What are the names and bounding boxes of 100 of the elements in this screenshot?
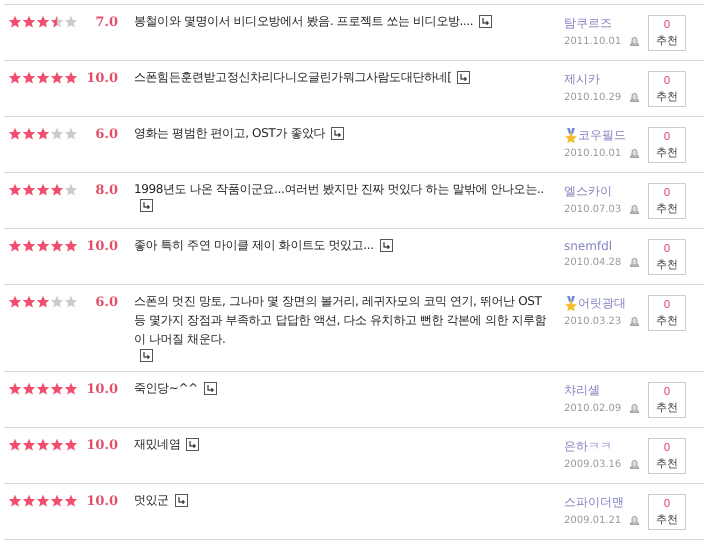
reply-icon[interactable] <box>140 349 153 362</box>
comment-text: 스폰의 멋진 망토, 그나마 몇 장면의 볼거리, 레귀자모의 코믹 연기, 뛰어난 OST 등 몇가지 장점과 부족하고 답답한 액션, 다소 유치하고 뻔한 각본에 의한 지루함이 나머질 채운다. <box>134 293 548 348</box>
star-icon <box>36 239 50 253</box>
bell-icon[interactable] <box>629 36 640 47</box>
score: 8.0 <box>94 183 118 200</box>
user-name[interactable]: 어릿광대 <box>564 295 648 312</box>
star-icon <box>8 15 22 29</box>
comment-text: 1998년도 나온 작품이군요...여러번 봤지만 진짜 멋있다 하는 말밖에 안나오는.. <box>134 181 544 198</box>
bell-icon[interactable] <box>629 92 640 103</box>
user-name[interactable]: 탐쿠르즈 <box>564 15 648 32</box>
date: 2010.07.03 <box>564 204 622 215</box>
star-icon <box>36 382 50 396</box>
recommend-button[interactable]: 0 추천 <box>648 239 686 275</box>
comment-text: 영화는 평범한 편이고, OST가 좋았다 <box>134 125 326 142</box>
date: 2010.03.23 <box>564 316 622 327</box>
date: 2010.10.01 <box>564 148 622 159</box>
recommend-button[interactable]: 0 추천 <box>648 295 686 331</box>
score: 10.0 <box>85 438 118 455</box>
score: 7.0 <box>94 15 118 32</box>
bell-icon[interactable] <box>629 515 640 526</box>
star-icon <box>22 127 36 141</box>
reply-icon[interactable] <box>174 494 188 507</box>
star-icon <box>50 382 64 396</box>
user-name[interactable]: 은하ㅋㅋ <box>564 438 648 455</box>
bell-icon[interactable] <box>629 257 640 268</box>
score: 6.0 <box>94 127 118 144</box>
star-icon <box>8 183 22 197</box>
star-icon <box>64 183 78 197</box>
score: 10.0 <box>85 239 118 256</box>
recommend-button[interactable]: 0 추천 <box>648 127 686 163</box>
medal-icon <box>564 296 578 312</box>
reply-icon[interactable] <box>380 239 393 252</box>
bell-icon[interactable] <box>629 148 640 159</box>
bell-icon[interactable] <box>629 459 640 470</box>
star-icon <box>22 494 36 508</box>
star-icon <box>50 438 64 452</box>
user-name[interactable]: snemfdl <box>564 239 648 253</box>
recommend-button[interactable]: 0 추천 <box>648 438 686 474</box>
star-icon <box>36 438 50 452</box>
star-icon <box>8 239 22 253</box>
comment-text: 스폰힘든훈련받고정신차리다니오글린가뭐그사람도대단하네[ <box>134 69 452 86</box>
star-icon <box>22 183 36 197</box>
user-name[interactable]: 스파이더맨 <box>564 494 648 511</box>
recommend-button[interactable]: 0 추천 <box>648 15 686 51</box>
user-name[interactable]: 제시카 <box>564 71 648 88</box>
star-icon <box>50 494 64 508</box>
star-icon <box>50 183 64 197</box>
star-icon <box>50 71 64 85</box>
star-icon <box>22 295 36 309</box>
recommend-button[interactable]: 0 추천 <box>648 183 686 219</box>
medal-icon <box>564 128 578 144</box>
recommend-button[interactable]: 0 추천 <box>648 71 686 107</box>
user-name[interactable]: 엘스카이 <box>564 183 648 200</box>
comment-text: 봉철이와 몇명이서 비디오방에서 봤음. 프로젝트 쏘는 비디오방.... <box>134 13 474 30</box>
date: 2009.01.21 <box>564 515 622 526</box>
star-icon <box>64 438 78 452</box>
star-icon <box>36 183 50 197</box>
star-icon <box>36 494 50 508</box>
star-icon <box>64 15 78 29</box>
user-name[interactable]: 코우필드 <box>564 127 648 144</box>
reply-icon[interactable] <box>140 199 153 212</box>
comment-text: 재밌네염 <box>134 436 180 453</box>
comment-text: 좋아 특히 주연 마이클 제이 화이트도 멋있고... <box>134 237 374 254</box>
bell-icon[interactable] <box>629 204 640 215</box>
recommend-button[interactable]: 0 추천 <box>648 494 686 530</box>
score: 10.0 <box>85 71 118 88</box>
star-icon <box>22 71 36 85</box>
recommend-button[interactable]: 0 추천 <box>648 382 686 418</box>
date: 2009.03.16 <box>564 459 622 470</box>
star-icon <box>36 15 50 29</box>
star-icon <box>50 127 64 141</box>
reply-icon[interactable] <box>457 71 470 84</box>
star-icon <box>8 382 22 396</box>
score: 6.0 <box>94 295 118 312</box>
bell-icon[interactable] <box>629 403 640 414</box>
star-icon <box>50 295 64 309</box>
date: 2010.04.28 <box>564 257 622 268</box>
comment-text: 멋있군 <box>134 492 169 509</box>
reply-icon[interactable] <box>186 438 200 451</box>
star-icon <box>36 127 50 141</box>
star-icon <box>64 295 78 309</box>
star-icon <box>8 438 22 452</box>
star-icon <box>36 71 50 85</box>
star-icon <box>22 382 36 396</box>
date: 2010.10.29 <box>564 92 622 103</box>
reply-icon[interactable] <box>204 382 217 395</box>
star-icon <box>22 15 36 29</box>
star-icon <box>36 295 50 309</box>
bell-icon[interactable] <box>629 316 640 327</box>
user-name[interactable]: 챠리셸 <box>564 382 648 399</box>
star-icon <box>64 239 78 253</box>
score: 10.0 <box>85 382 118 399</box>
star-icon <box>64 127 78 141</box>
comment-text: 죽인당~^^ <box>134 380 198 397</box>
reply-icon[interactable] <box>331 127 344 140</box>
reply-icon[interactable] <box>479 15 492 28</box>
star-icon <box>50 239 64 253</box>
star-icon <box>64 382 78 396</box>
star-icon <box>8 295 22 309</box>
star-icon <box>8 494 22 508</box>
